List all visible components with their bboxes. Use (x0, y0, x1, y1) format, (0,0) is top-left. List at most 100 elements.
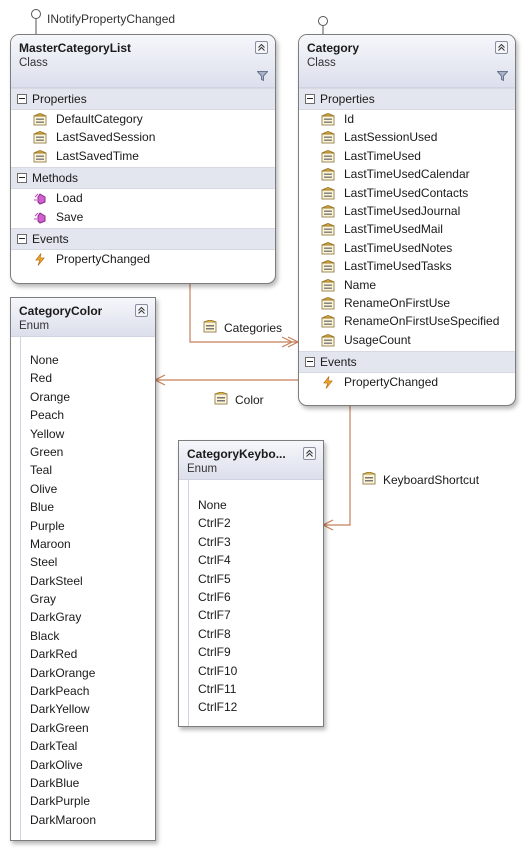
property-name: LastTimeUsedCalendar (344, 167, 470, 182)
collapse-icon[interactable] (495, 41, 508, 54)
enum-value[interactable]: DarkPeach (22, 682, 155, 700)
enum-value[interactable]: DarkOrange (22, 664, 155, 682)
enum-value[interactable]: CtrlF12 (190, 698, 323, 716)
enum-value[interactable]: CtrlF7 (190, 606, 323, 624)
collapse-section-icon[interactable] (17, 173, 27, 184)
collapse-section-icon[interactable] (17, 233, 27, 244)
property-icon (321, 296, 335, 310)
collapse-section-icon[interactable] (17, 94, 27, 104)
enum-value[interactable]: CtrlF10 (190, 662, 323, 680)
filter-icon[interactable] (497, 71, 508, 81)
enum-value[interactable]: DarkGreen (22, 719, 155, 737)
enum-value[interactable]: CtrlF4 (190, 551, 323, 569)
category-color-enum[interactable]: CategoryColor Enum None Red Orange Peach Yel… (10, 297, 156, 841)
property-item[interactable]: LastSavedSession (11, 128, 275, 146)
property-item[interactable]: Name (299, 276, 515, 294)
property-name: LastSessionUsed (344, 130, 438, 145)
class-title: MasterCategoryList (19, 41, 132, 55)
property-item[interactable]: LastSessionUsed (299, 128, 515, 146)
master-category-list-class[interactable]: MasterCategoryList Class Properties Defa… (10, 34, 276, 284)
enum-value[interactable]: Blue (22, 498, 155, 516)
method-name: Load (56, 191, 83, 206)
enum-values: None CtrlF2 CtrlF3 CtrlF4 CtrlF5 CtrlF6 CtrlF7… (179, 480, 323, 717)
enum-value[interactable]: DarkRed (22, 645, 155, 663)
section-properties[interactable]: Properties (11, 88, 275, 110)
property-item[interactable]: LastTimeUsedTasks (299, 257, 515, 275)
property-icon (321, 333, 335, 347)
enum-value[interactable]: CtrlF2 (190, 514, 323, 532)
enum-value[interactable]: Orange (22, 388, 155, 406)
property-item[interactable]: RenameOnFirstUse (299, 294, 515, 312)
property-name: LastTimeUsedNotes (344, 240, 453, 255)
property-icon (321, 112, 335, 126)
enum-value[interactable]: Red (22, 369, 155, 387)
collapse-section-icon[interactable] (305, 357, 315, 368)
filter-icon[interactable] (257, 71, 268, 81)
property-item[interactable]: LastTimeUsed (299, 147, 515, 165)
property-item[interactable]: LastSavedTime (11, 147, 275, 165)
enum-value[interactable]: Steel (22, 553, 155, 571)
enum-value[interactable]: Teal (22, 461, 155, 479)
event-icon (321, 376, 335, 389)
property-name: LastTimeUsed (344, 148, 421, 163)
collapse-section-icon[interactable] (305, 94, 315, 104)
property-icon (33, 131, 47, 144)
property-icon (321, 223, 335, 236)
event-item[interactable]: PropertyChanged (11, 250, 275, 268)
method-item[interactable]: Load (11, 189, 275, 207)
property-item[interactable]: Id (299, 110, 515, 128)
collapse-icon[interactable] (303, 447, 316, 460)
enum-value[interactable]: DarkGray (22, 608, 155, 626)
property-item[interactable]: LastTimeUsedContacts (299, 184, 515, 202)
category-keyboard-shortcut-enum[interactable]: CategoryKeybo... Enum None CtrlF2 CtrlF3 Ct… (178, 440, 324, 727)
event-item[interactable]: PropertyChanged (299, 373, 515, 391)
collapse-icon[interactable] (255, 41, 268, 54)
enum-value[interactable]: CtrlF6 (190, 588, 323, 606)
collapse-icon[interactable] (135, 304, 148, 317)
property-icon (33, 112, 47, 126)
property-name: LastTimeUsedContacts (344, 185, 469, 200)
enum-value[interactable]: None (22, 351, 155, 369)
property-item[interactable]: UsageCount (299, 331, 515, 349)
property-item[interactable]: LastTimeUsedMail (299, 220, 515, 238)
section-events[interactable]: Events (299, 351, 515, 374)
enum-value[interactable]: Gray (22, 590, 155, 608)
enum-value[interactable]: Green (22, 443, 155, 461)
enum-value[interactable]: Peach (22, 406, 155, 424)
enum-value[interactable]: CtrlF11 (190, 680, 323, 698)
class-kind: Class (307, 57, 336, 69)
enum-value[interactable]: DarkBlue (22, 774, 155, 792)
method-item[interactable]: Save (11, 208, 275, 226)
enum-value[interactable]: Yellow (22, 425, 155, 443)
property-icon (214, 392, 228, 405)
enum-value[interactable]: CtrlF8 (190, 625, 323, 643)
enum-value[interactable]: Purple (22, 517, 155, 535)
property-icon (321, 186, 335, 200)
property-item[interactable]: LastTimeUsedCalendar (299, 165, 515, 183)
enum-value[interactable]: Black (22, 627, 155, 645)
property-name: RenameOnFirstUseSpecified (344, 314, 500, 329)
enum-value[interactable]: DarkPurple (22, 792, 155, 810)
enum-value[interactable]: DarkSteel (22, 572, 155, 590)
section-properties[interactable]: Properties (299, 88, 515, 110)
properties-list: DefaultCategory LastSavedSession LastSaved… (11, 110, 275, 167)
enum-value[interactable]: DarkYellow (22, 700, 155, 718)
enum-value[interactable]: CtrlF5 (190, 570, 323, 588)
property-item[interactable]: RenameOnFirstUseSpecified (299, 312, 515, 330)
enum-value[interactable]: DarkMaroon (22, 811, 155, 829)
section-events[interactable]: Events (11, 227, 275, 250)
enum-value[interactable]: CtrlF9 (190, 643, 323, 661)
enum-value[interactable]: DarkOlive (22, 756, 155, 774)
enum-value[interactable]: None (190, 496, 323, 514)
section-methods[interactable]: Methods (11, 167, 275, 190)
enum-value[interactable]: DarkTeal (22, 737, 155, 755)
enum-value[interactable]: Maroon (22, 535, 155, 553)
property-item[interactable]: LastTimeUsedJournal (299, 202, 515, 220)
enum-value[interactable]: Olive (22, 480, 155, 498)
property-icon (321, 149, 335, 163)
property-item[interactable]: LastTimeUsedNotes (299, 239, 515, 257)
enum-value[interactable]: CtrlF3 (190, 533, 323, 551)
event-name: PropertyChanged (344, 375, 439, 390)
property-item[interactable]: DefaultCategory (11, 110, 275, 128)
category-class[interactable]: Category Class Properties Id LastSessionU… (298, 34, 516, 406)
